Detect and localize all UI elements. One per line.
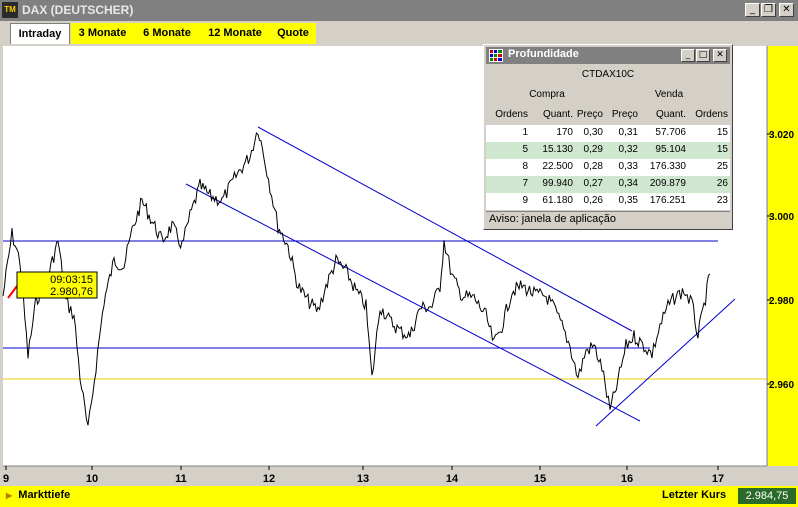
x-tick-label: 14 [446, 473, 459, 485]
depth-footer: Aviso: janela de aplicação [486, 211, 730, 227]
depth-cell: 26 [716, 178, 728, 189]
depth-cell: 99.940 [542, 178, 573, 189]
depth-cell: 57.706 [655, 127, 686, 138]
depth-table: CTDAX10C Compra Venda Ordens Quant. Preç… [486, 65, 730, 210]
depth-window-title: Profundidade [508, 48, 579, 60]
depth-cell: 0,33 [618, 161, 638, 172]
sell-group-label: Venda [654, 89, 684, 100]
status-bar: ▶ Markttiefe Letzter Kurs 2.984,75 [0, 486, 798, 507]
triangle-right-icon: ▶ [6, 491, 13, 500]
depth-cell: 176.330 [649, 161, 686, 172]
tab-12-monate[interactable]: 12 Monate [200, 23, 270, 44]
col-header: Ordens [495, 109, 528, 120]
depth-cell: 170 [556, 127, 573, 138]
x-tick-label: 16 [621, 473, 633, 485]
depth-cell: 0,32 [618, 144, 638, 155]
x-tick-label: 12 [263, 473, 275, 485]
y-tick-label: 3.020 [769, 130, 794, 141]
market-depth-label: Markttiefe [18, 489, 71, 501]
tab-3-monate[interactable]: 3 Monate [71, 23, 134, 44]
window-title: DAX (DEUTSCHER) [22, 3, 134, 17]
x-tick-label: 9 [3, 473, 9, 485]
restore-button[interactable]: ❐ [761, 3, 776, 17]
depth-cell: 61.180 [542, 195, 573, 206]
depth-cell: 9 [522, 195, 528, 206]
depth-symbol: CTDAX10C [581, 69, 635, 80]
y-axis-strip [768, 46, 798, 466]
depth-cell: 22.500 [542, 161, 573, 172]
depth-group-row: Compra Venda [486, 85, 730, 105]
depth-cell: 23 [716, 195, 728, 206]
depth-cell: 15.130 [542, 144, 573, 155]
tab-quote[interactable]: Quote [270, 23, 316, 44]
buy-group-label: Compra [529, 89, 565, 100]
close-button[interactable]: ✕ [779, 3, 794, 17]
depth-cell: 1 [522, 127, 528, 138]
depth-row[interactable]: 8 22.500 0,28 0,33 176.330 25 [486, 159, 730, 176]
depth-cell: 15 [716, 144, 728, 155]
depth-cell: 7 [522, 178, 528, 189]
market-depth-toggle[interactable]: ▶ Markttiefe [6, 489, 70, 501]
last-price-value: 2.984,75 [738, 488, 796, 504]
x-tick-label: 17 [712, 473, 724, 485]
col-header: Ordens [695, 109, 728, 120]
depth-row[interactable]: 5 15.130 0,29 0,32 95.104 15 [486, 142, 730, 159]
depth-cell: 15 [716, 127, 728, 138]
depth-cell: 0,34 [618, 178, 638, 189]
y-tick-label: 2.960 [769, 380, 794, 391]
market-depth-window[interactable]: Profundidade _ □ ✕ CTDAX10C Compra Venda… [483, 44, 733, 230]
depth-cell: 176.251 [649, 195, 686, 206]
tab-6-monate[interactable]: 6 Monate [134, 23, 200, 44]
depth-cell: 95.104 [655, 144, 686, 155]
x-tick-label: 13 [357, 473, 369, 485]
minimize-button[interactable]: _ [745, 3, 760, 17]
grid-window-icon [489, 49, 503, 62]
depth-title-bar[interactable]: Profundidade _ □ ✕ [486, 47, 730, 64]
depth-cell: 0,26 [583, 195, 603, 206]
depth-cell: 5 [522, 144, 528, 155]
depth-header-row: Ordens Quant. Preço Preço Quant. Ordens [486, 105, 730, 125]
depth-close-button[interactable]: ✕ [713, 49, 727, 62]
cursor-value: 2.980,76 [50, 286, 93, 298]
depth-cell: 25 [716, 161, 728, 172]
depth-cell: 0,28 [583, 161, 603, 172]
depth-row[interactable]: 9 61.180 0,26 0,35 176.251 23 [486, 193, 730, 210]
col-header: Quant. [542, 109, 573, 120]
last-price-label: Letzter Kurs [662, 489, 727, 501]
depth-cell: 0,35 [618, 195, 638, 206]
col-header: Quant. [655, 109, 686, 120]
y-tick-label: 3.000 [769, 212, 794, 223]
y-tick-label: 2.980 [769, 296, 794, 307]
depth-cell: 0,29 [583, 144, 603, 155]
depth-cell: 8 [522, 161, 528, 172]
col-header: Preço [576, 109, 603, 120]
tab-intraday[interactable]: Intraday [10, 23, 70, 44]
x-tick-label: 10 [86, 473, 98, 485]
depth-maximize-button[interactable]: □ [696, 49, 710, 62]
title-bar: TM DAX (DEUTSCHER) _ ❐ ✕ [0, 0, 798, 21]
x-tick-label: 11 [175, 473, 187, 485]
depth-symbol-row: CTDAX10C [486, 65, 730, 85]
depth-minimize-button[interactable]: _ [681, 49, 695, 62]
depth-row[interactable]: 1 170 0,30 0,31 57.706 15 [486, 125, 730, 142]
depth-cell: 209.879 [649, 178, 686, 189]
cursor-time: 09:03:15 [50, 274, 93, 286]
depth-cell: 0,27 [583, 178, 603, 189]
depth-cell: 0,30 [583, 127, 603, 138]
range-tab-bar: Intraday 3 Monate 6 Monate 12 Monate Quo… [0, 21, 798, 64]
col-header: Preço [611, 109, 638, 120]
depth-row[interactable]: 7 99.940 0,27 0,34 209.879 26 [486, 176, 730, 193]
x-tick-label: 15 [534, 473, 546, 485]
depth-cell: 0,31 [618, 127, 638, 138]
app-icon: TM [2, 2, 18, 18]
